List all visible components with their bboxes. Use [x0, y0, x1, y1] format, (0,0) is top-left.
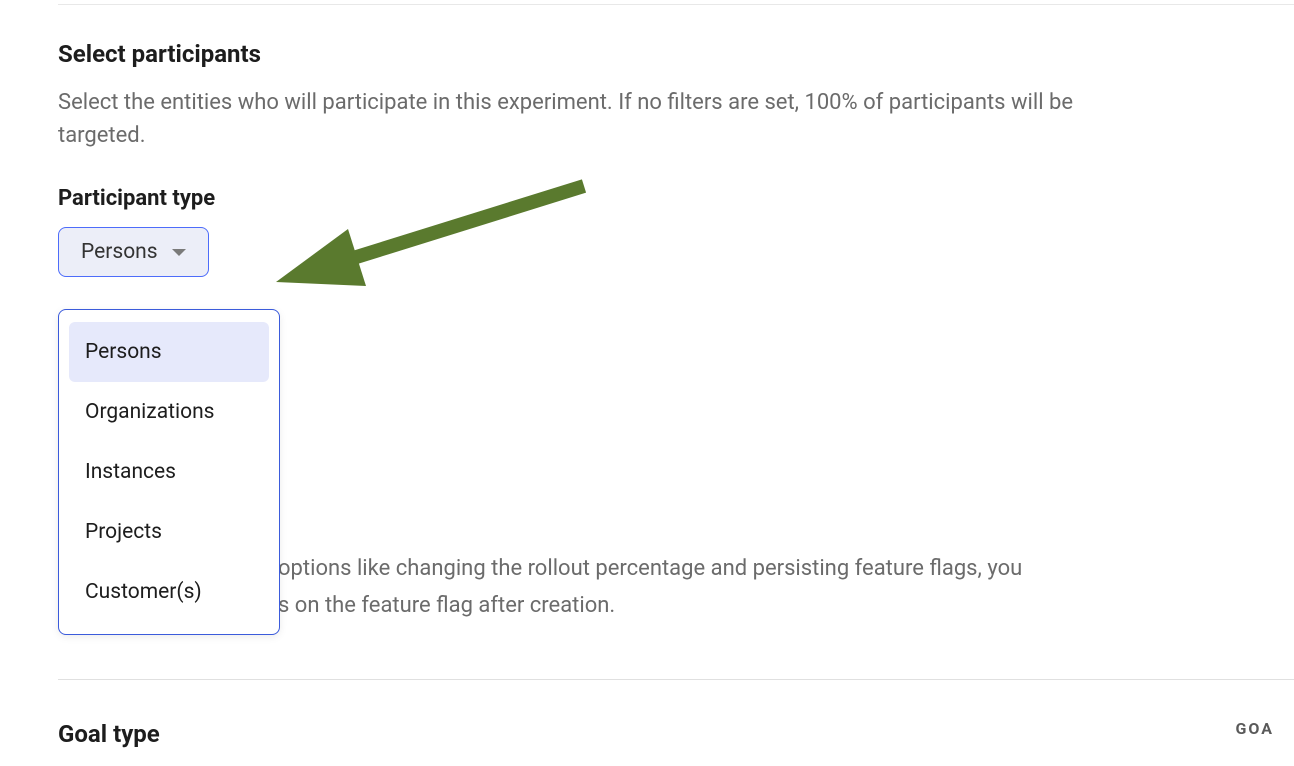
goal-type-title: Goal type: [58, 720, 160, 748]
section-divider-top: [58, 4, 1294, 5]
participant-type-menu: Persons Organizations Instances Projects…: [58, 309, 280, 635]
section-divider-mid: [58, 679, 1294, 680]
participant-type-selected-value: Persons: [81, 240, 158, 264]
dropdown-option-projects[interactable]: Projects: [69, 502, 269, 562]
participant-type-label: Participant type: [58, 186, 1254, 211]
dropdown-option-organizations[interactable]: Organizations: [69, 382, 269, 442]
section-title: Select participants: [58, 40, 1254, 68]
participant-type-trigger[interactable]: Persons: [58, 227, 209, 277]
goa-badge: GOA: [1235, 719, 1274, 738]
participant-type-dropdown: Persons Persons Organizations Instances …: [58, 227, 209, 277]
dropdown-option-instances[interactable]: Instances: [69, 442, 269, 502]
section-description: Select the entities who will participate…: [58, 86, 1078, 152]
dropdown-option-persons[interactable]: Persons: [69, 322, 269, 382]
dropdown-option-customers[interactable]: Customer(s): [69, 562, 269, 622]
participants-section: Select participants Select the entities …: [58, 40, 1254, 277]
caret-down-icon: [172, 249, 186, 256]
